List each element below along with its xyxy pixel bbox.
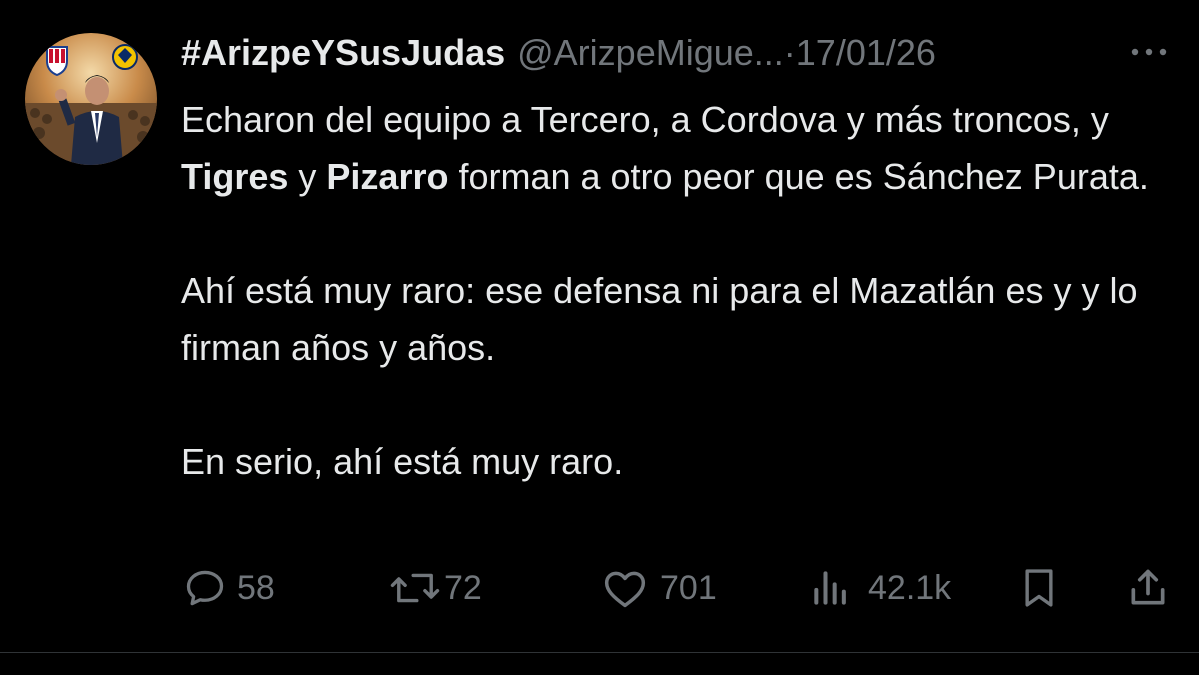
tweet-header: #ArizpeYSusJudas @ArizpeMigue...·17/01/26 bbox=[181, 30, 1181, 76]
reply-count: 58 bbox=[237, 568, 275, 607]
share-icon bbox=[1131, 569, 1165, 605]
display-name[interactable]: #ArizpeYSusJudas bbox=[181, 32, 505, 73]
reply-icon bbox=[186, 570, 224, 606]
repost-count: 72 bbox=[444, 568, 482, 607]
views-icon bbox=[814, 571, 846, 605]
user-handle[interactable]: @ArizpeMigue... bbox=[517, 32, 784, 73]
like-button[interactable]: 701 bbox=[600, 563, 717, 613]
repost-button[interactable]: 72 bbox=[388, 563, 482, 613]
avatar-image bbox=[25, 33, 157, 165]
text-segment: Echaron del equipo a Tercero, a Cordova … bbox=[181, 99, 1109, 140]
divider bbox=[0, 652, 1199, 653]
avatar[interactable] bbox=[25, 33, 157, 165]
bookmark-button[interactable] bbox=[1018, 563, 1060, 613]
tweet-text: Echaron del equipo a Tercero, a Cordova … bbox=[181, 91, 1161, 490]
tweet-paragraph-3: En serio, ahí está muy raro. bbox=[181, 441, 624, 482]
repost-icon bbox=[390, 573, 440, 603]
post-date[interactable]: 17/01/26 bbox=[796, 32, 936, 73]
views-button[interactable]: 42.1k bbox=[808, 563, 951, 613]
text-segment: y bbox=[288, 156, 327, 197]
more-icon[interactable] bbox=[1127, 38, 1171, 66]
bold-text-tigres: Tigres bbox=[181, 156, 289, 197]
bookmark-icon bbox=[1025, 569, 1053, 607]
tweet-paragraph-2: Ahí está muy raro: ese defensa ni para e… bbox=[181, 270, 1138, 368]
tweet: #ArizpeYSusJudas @ArizpeMigue...·17/01/26… bbox=[0, 0, 1199, 652]
share-button[interactable] bbox=[1126, 563, 1170, 613]
like-count: 701 bbox=[660, 568, 717, 607]
like-icon bbox=[604, 571, 646, 608]
reply-button[interactable]: 58 bbox=[183, 563, 275, 613]
text-segment: forman a otro peor que es Sánchez Purata… bbox=[448, 156, 1149, 197]
tweet-paragraph-1: Echaron del equipo a Tercero, a Cordova … bbox=[181, 91, 1161, 205]
views-count: 42.1k bbox=[868, 568, 952, 607]
bold-text-pizarro: Pizarro bbox=[326, 156, 449, 197]
separator-dot: · bbox=[783, 32, 796, 73]
